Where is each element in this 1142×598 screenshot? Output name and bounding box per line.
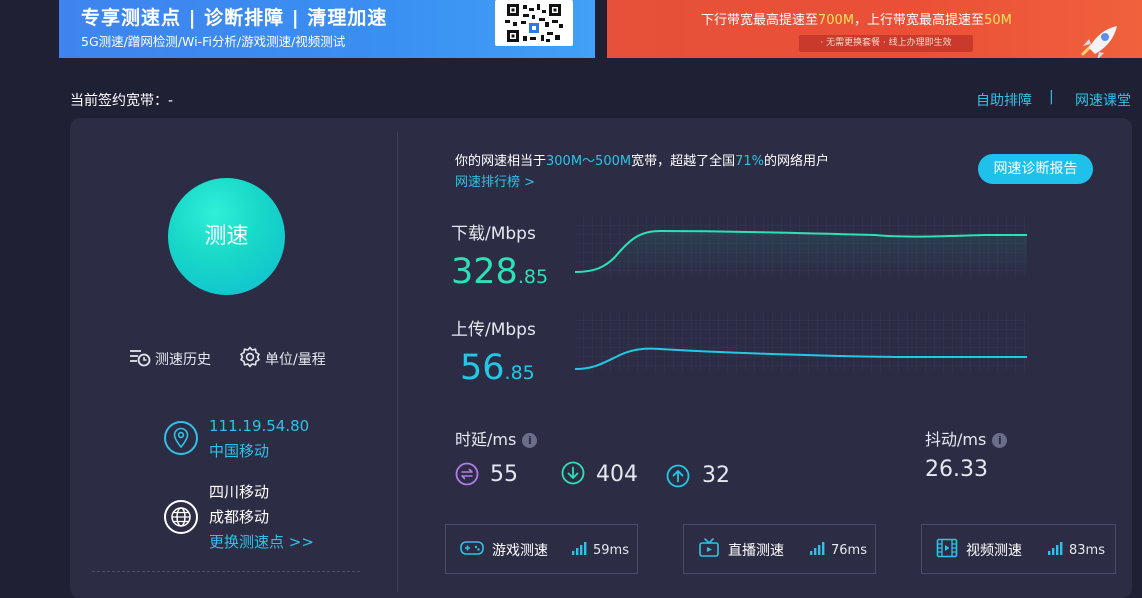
node-city: 成都移动	[209, 508, 270, 526]
latency-label: 时延/ms i	[455, 426, 538, 450]
history-icon	[129, 347, 151, 371]
latency-download-icon	[561, 461, 585, 489]
speed-ranking-link[interactable]: 网速排行榜 >	[455, 171, 535, 190]
download-chart	[575, 217, 1027, 277]
start-test-button[interactable]: 测速	[168, 178, 285, 295]
live-test-tile[interactable]: 直播测速 76ms	[683, 524, 876, 574]
change-node-link[interactable]: 更换测速点 >>	[209, 530, 314, 555]
game-test-label: 游戏测速	[492, 543, 548, 559]
banner-upgrade-strip: · 无需更换套餐 · 线上办理即生效	[799, 35, 973, 52]
test-history-link[interactable]: 测速历史	[129, 348, 211, 370]
tv-icon	[698, 537, 720, 563]
test-history-label: 测速历史	[155, 352, 211, 368]
speed-summary: 你的网速相当于300M～500M宽带，超越了全国71%的网络用户	[455, 154, 830, 169]
latency-upload-value: 32	[702, 463, 730, 488]
units-range-link[interactable]: 单位/量程	[239, 346, 326, 372]
download-speed: 328.85	[451, 252, 549, 292]
signal-bars-icon	[810, 541, 825, 559]
panel-divider	[397, 132, 398, 592]
upload-label: 上传/Mbps	[451, 320, 536, 340]
game-test-tile[interactable]: 游戏测速 59ms	[445, 524, 638, 574]
video-test-tile[interactable]: 视频测速 83ms	[921, 524, 1116, 574]
latency-idle-value: 55	[490, 462, 518, 487]
promo-banner-upgrade[interactable]: 下行带宽最高提速至700M，上行带宽最高提速至50M · 无需更换套餐 · 线上…	[607, 0, 1142, 58]
gear-icon	[239, 346, 261, 372]
user-ip: 111.19.54.80	[209, 417, 310, 435]
signal-bars-icon	[572, 541, 587, 559]
latency-upload-icon	[666, 464, 690, 492]
live-test-label: 直播测速	[728, 543, 784, 559]
promo-banner-speedtest[interactable]: 专享测速点 | 诊断排障 | 清理加速 5G测速/蹭网检测/Wi-Fi分析/游戏…	[59, 0, 595, 58]
signal-bars-icon	[1048, 541, 1063, 559]
current-bandwidth: 当前签约宽带：-	[70, 93, 174, 109]
latency-idle-icon	[455, 462, 479, 490]
live-latency: 76ms	[831, 542, 867, 558]
jitter-value: 26.33	[925, 457, 988, 482]
gamepad-icon	[460, 538, 484, 562]
self-diagnose-link[interactable]: 自助排障	[976, 90, 1032, 110]
globe-icon	[164, 500, 198, 534]
game-latency: 59ms	[593, 542, 629, 558]
link-separator: |	[1049, 89, 1054, 105]
banner-subtitle: 5G测速/蹭网检测/Wi-Fi分析/游戏测速/视频测试	[81, 34, 346, 49]
node-region: 四川移动	[209, 483, 270, 501]
user-ip-info: 111.19.54.80 中国移动	[209, 414, 309, 464]
latency-download-value: 404	[596, 462, 638, 487]
rocket-icon	[1077, 24, 1121, 58]
upload-chart	[575, 312, 1027, 372]
film-icon	[936, 538, 958, 562]
units-range-label: 单位/量程	[265, 352, 326, 368]
banner-upgrade-text: 下行带宽最高提速至700M，上行带宽最高提速至50M	[701, 13, 1012, 28]
qr-code-icon	[495, 0, 573, 46]
jitter-info-icon[interactable]: i	[992, 433, 1008, 448]
left-panel-divider	[92, 571, 360, 572]
upload-speed: 56.85	[460, 348, 535, 388]
download-label: 下载/Mbps	[451, 224, 536, 244]
speed-class-link[interactable]: 网速课堂	[1075, 90, 1131, 110]
jitter-label: 抖动/ms i	[925, 426, 1008, 450]
location-pin-icon	[164, 421, 198, 455]
latency-info-icon[interactable]: i	[522, 433, 538, 448]
video-latency: 83ms	[1069, 542, 1105, 558]
banner-title: 专享测速点 | 诊断排障 | 清理加速	[81, 7, 388, 29]
video-test-label: 视频测速	[966, 543, 1022, 559]
user-isp: 中国移动	[209, 442, 270, 460]
diagnosis-report-button[interactable]: 网速诊断报告	[978, 154, 1093, 184]
test-node-info: 四川移动 成都移动 更换测速点 >>	[209, 480, 314, 555]
